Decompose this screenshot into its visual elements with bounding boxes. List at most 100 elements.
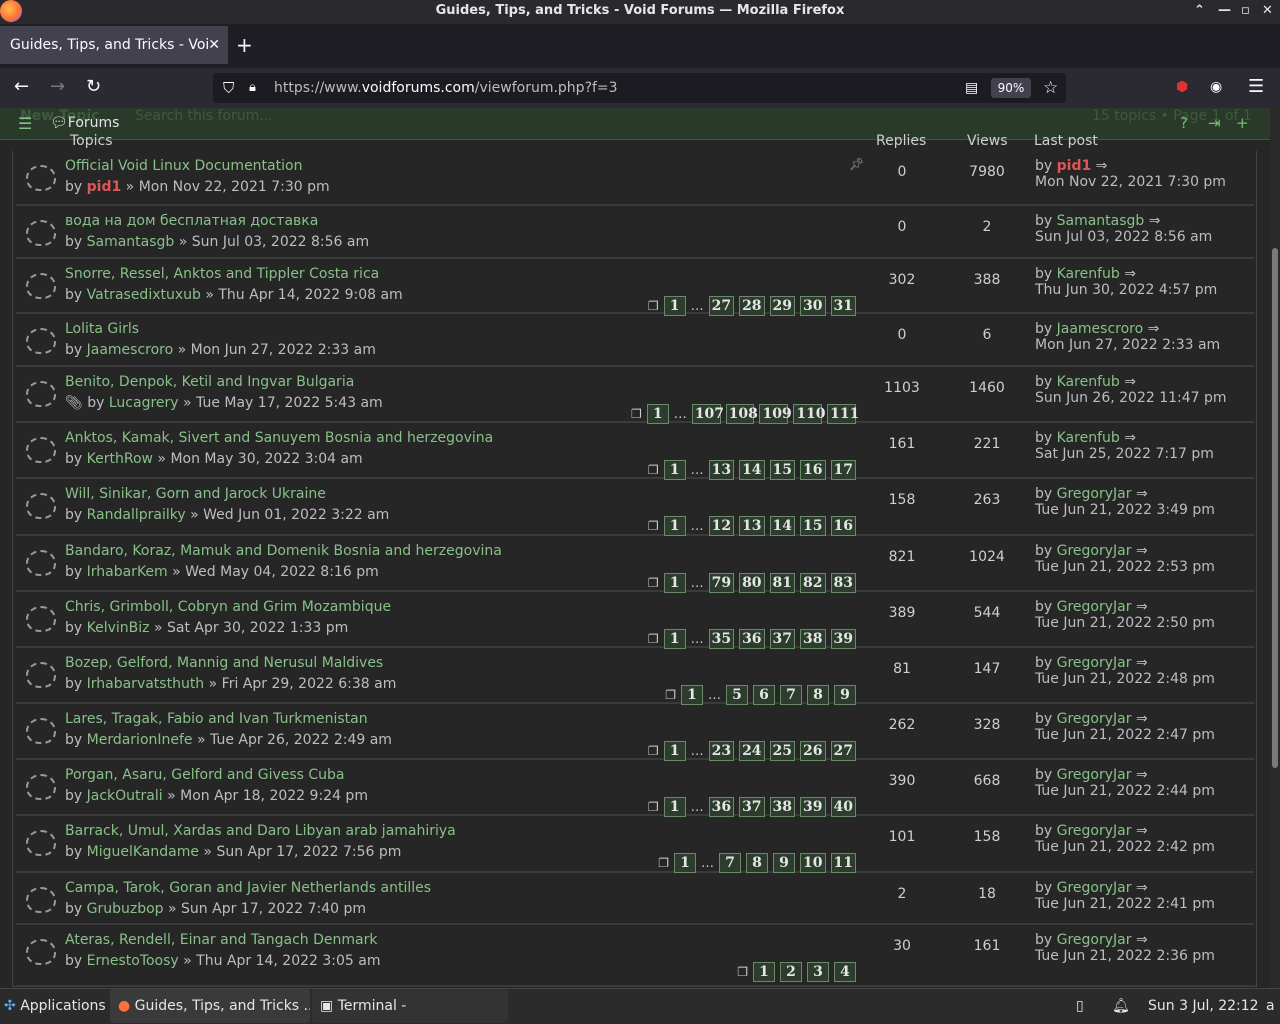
- page-link[interactable]: 39: [800, 797, 826, 817]
- last-post-author-link[interactable]: GregoryJar: [1057, 543, 1132, 559]
- page-link[interactable]: 36: [708, 797, 735, 817]
- page-link[interactable]: 79: [708, 573, 735, 593]
- page-link[interactable]: 9: [773, 853, 796, 873]
- topic-title-link[interactable]: вода на дом бесплатная доставка: [65, 213, 318, 229]
- topic-author-link[interactable]: Randallprailky: [87, 507, 186, 523]
- page-link[interactable]: 27: [830, 741, 856, 761]
- page-link[interactable]: 17: [830, 460, 856, 480]
- clock[interactable]: Sun 3 Jul, 22:12: [1148, 989, 1259, 1023]
- page-link[interactable]: 82: [800, 573, 826, 593]
- forums-nav-link[interactable]: 💬︎Forums: [50, 115, 119, 131]
- view-latest-post-icon[interactable]: ⇒: [1136, 932, 1148, 948]
- last-post-author-link[interactable]: GregoryJar: [1057, 599, 1132, 615]
- page-link[interactable]: 3: [807, 962, 829, 982]
- view-latest-post-icon[interactable]: ⇒: [1148, 321, 1160, 337]
- page-link[interactable]: 7: [719, 853, 742, 873]
- last-post-author-link[interactable]: GregoryJar: [1057, 880, 1132, 896]
- window-minimize-icon[interactable]: —: [1218, 0, 1231, 22]
- topic-title-link[interactable]: Will, Sinikar, Gorn and Jarock Ukraine: [65, 486, 326, 502]
- last-post-author-link[interactable]: GregoryJar: [1057, 486, 1132, 502]
- view-latest-post-icon[interactable]: ⇒: [1136, 599, 1148, 615]
- last-post-author-link[interactable]: pid1: [1057, 158, 1092, 174]
- page-link[interactable]: 111: [827, 404, 859, 424]
- page-link[interactable]: 24: [739, 741, 765, 761]
- page-link[interactable]: 15: [769, 460, 796, 480]
- topic-title-link[interactable]: Snorre, Ressel, Anktos and Tippler Costa…: [65, 266, 379, 282]
- view-latest-post-icon[interactable]: ⇒: [1136, 655, 1148, 671]
- page-link[interactable]: 38: [800, 629, 826, 649]
- view-latest-post-icon[interactable]: ⇒: [1136, 880, 1148, 896]
- page-link[interactable]: 14: [739, 460, 765, 480]
- topic-author-link[interactable]: Irhabarvatsthuth: [87, 676, 205, 692]
- new-tab-icon[interactable]: +: [236, 30, 253, 60]
- page-link[interactable]: 37: [769, 629, 796, 649]
- scrollbar-thumb[interactable]: [1272, 248, 1278, 768]
- page-link[interactable]: 4: [834, 962, 856, 982]
- page-link[interactable]: 38: [769, 797, 796, 817]
- last-post-author-link[interactable]: GregoryJar: [1057, 767, 1132, 783]
- page-link[interactable]: 8: [746, 853, 769, 873]
- topic-author-link[interactable]: pid1: [87, 179, 122, 195]
- last-post-author-link[interactable]: Karenfub: [1057, 266, 1120, 282]
- page-link[interactable]: 13: [739, 516, 765, 536]
- forward-icon[interactable]: →: [50, 76, 65, 98]
- page-link[interactable]: 1: [663, 296, 686, 316]
- shield-icon[interactable]: ⛉: [223, 73, 234, 103]
- topic-title-link[interactable]: Campa, Tarok, Goran and Javier Netherlan…: [65, 880, 431, 896]
- topic-author-link[interactable]: ErnestoToosy: [87, 953, 179, 969]
- last-post-author-link[interactable]: Karenfub: [1057, 374, 1120, 390]
- topic-title-link[interactable]: Anktos, Kamak, Sivert and Sanuyem Bosnia…: [65, 430, 493, 446]
- page-link[interactable]: 14: [769, 516, 796, 536]
- page-link[interactable]: 11: [830, 853, 856, 873]
- last-post-author-link[interactable]: GregoryJar: [1057, 711, 1132, 727]
- zoom-level[interactable]: 90%: [991, 78, 1031, 98]
- topic-title-link[interactable]: Lares, Tragak, Fabio and Ivan Turkmenist…: [65, 711, 368, 727]
- page-link[interactable]: 39: [830, 629, 856, 649]
- last-post-author-link[interactable]: Jaamescroro: [1057, 321, 1144, 337]
- topic-author-link[interactable]: Grubuzbop: [87, 901, 164, 917]
- register-icon[interactable]: +: [1236, 114, 1249, 132]
- url-bar[interactable]: ⛉ 🔒︎ https://www.voidforums.com/viewforu…: [213, 73, 1066, 103]
- view-latest-post-icon[interactable]: ⇒: [1124, 266, 1136, 282]
- topic-title-link[interactable]: Barrack, Umul, Xardas and Daro Libyan ar…: [65, 823, 456, 839]
- topic-author-link[interactable]: Samantasgb: [87, 234, 175, 250]
- bookmark-star-icon[interactable]: ☆: [1043, 73, 1058, 103]
- topic-author-link[interactable]: MerdarionInefe: [87, 732, 193, 748]
- page-link[interactable]: 1: [663, 573, 686, 593]
- topic-author-link[interactable]: Vatrasedixtuxub: [87, 287, 201, 303]
- browser-tab-active[interactable]: Guides, Tips, and Tricks - Voi ✕: [0, 26, 228, 64]
- page-link[interactable]: 35: [708, 629, 735, 649]
- page-link[interactable]: 2: [780, 962, 802, 982]
- window-restore-icon[interactable]: ▫: [1241, 0, 1250, 22]
- topic-author-link[interactable]: IrhabarKem: [87, 564, 168, 580]
- page-link[interactable]: 6: [753, 685, 775, 705]
- page-link[interactable]: 25: [769, 741, 796, 761]
- topic-title-link[interactable]: Bozep, Gelford, Mannig and Nerusul Maldi…: [65, 655, 383, 671]
- page-link[interactable]: 9: [834, 685, 856, 705]
- page-link[interactable]: 1: [663, 741, 686, 761]
- topic-title-link[interactable]: Chris, Grimboll, Cobryn and Grim Mozambi…: [65, 599, 391, 615]
- page-link[interactable]: 27: [708, 296, 735, 316]
- view-latest-post-icon[interactable]: ⇒: [1136, 823, 1148, 839]
- page-link[interactable]: 108: [725, 404, 758, 424]
- page-link[interactable]: 1: [753, 962, 775, 982]
- last-post-author-link[interactable]: GregoryJar: [1057, 932, 1132, 948]
- notification-bell-icon[interactable]: 🔔︎: [1112, 989, 1130, 1023]
- page-link[interactable]: 16: [800, 460, 826, 480]
- topic-author-link[interactable]: KelvinBiz: [87, 620, 150, 636]
- last-post-author-link[interactable]: GregoryJar: [1057, 823, 1132, 839]
- view-latest-post-icon[interactable]: ⇒: [1124, 374, 1136, 390]
- topic-title-link[interactable]: Official Void Linux Documentation: [65, 158, 302, 174]
- page-link[interactable]: 1: [663, 516, 686, 536]
- page-link[interactable]: 1: [663, 629, 686, 649]
- topic-author-link[interactable]: MiguelKandame: [87, 844, 199, 860]
- page-link[interactable]: 1: [663, 460, 686, 480]
- last-post-author-link[interactable]: Samantasgb: [1057, 213, 1145, 229]
- page-link[interactable]: 8: [807, 685, 829, 705]
- page-link[interactable]: 110: [793, 404, 826, 424]
- topic-author-link[interactable]: Jaamescroro: [87, 342, 174, 358]
- login-icon[interactable]: ⇥: [1208, 114, 1221, 132]
- page-link[interactable]: 29: [769, 296, 796, 316]
- page-link[interactable]: 83: [830, 573, 856, 593]
- page-link[interactable]: 10: [800, 853, 826, 873]
